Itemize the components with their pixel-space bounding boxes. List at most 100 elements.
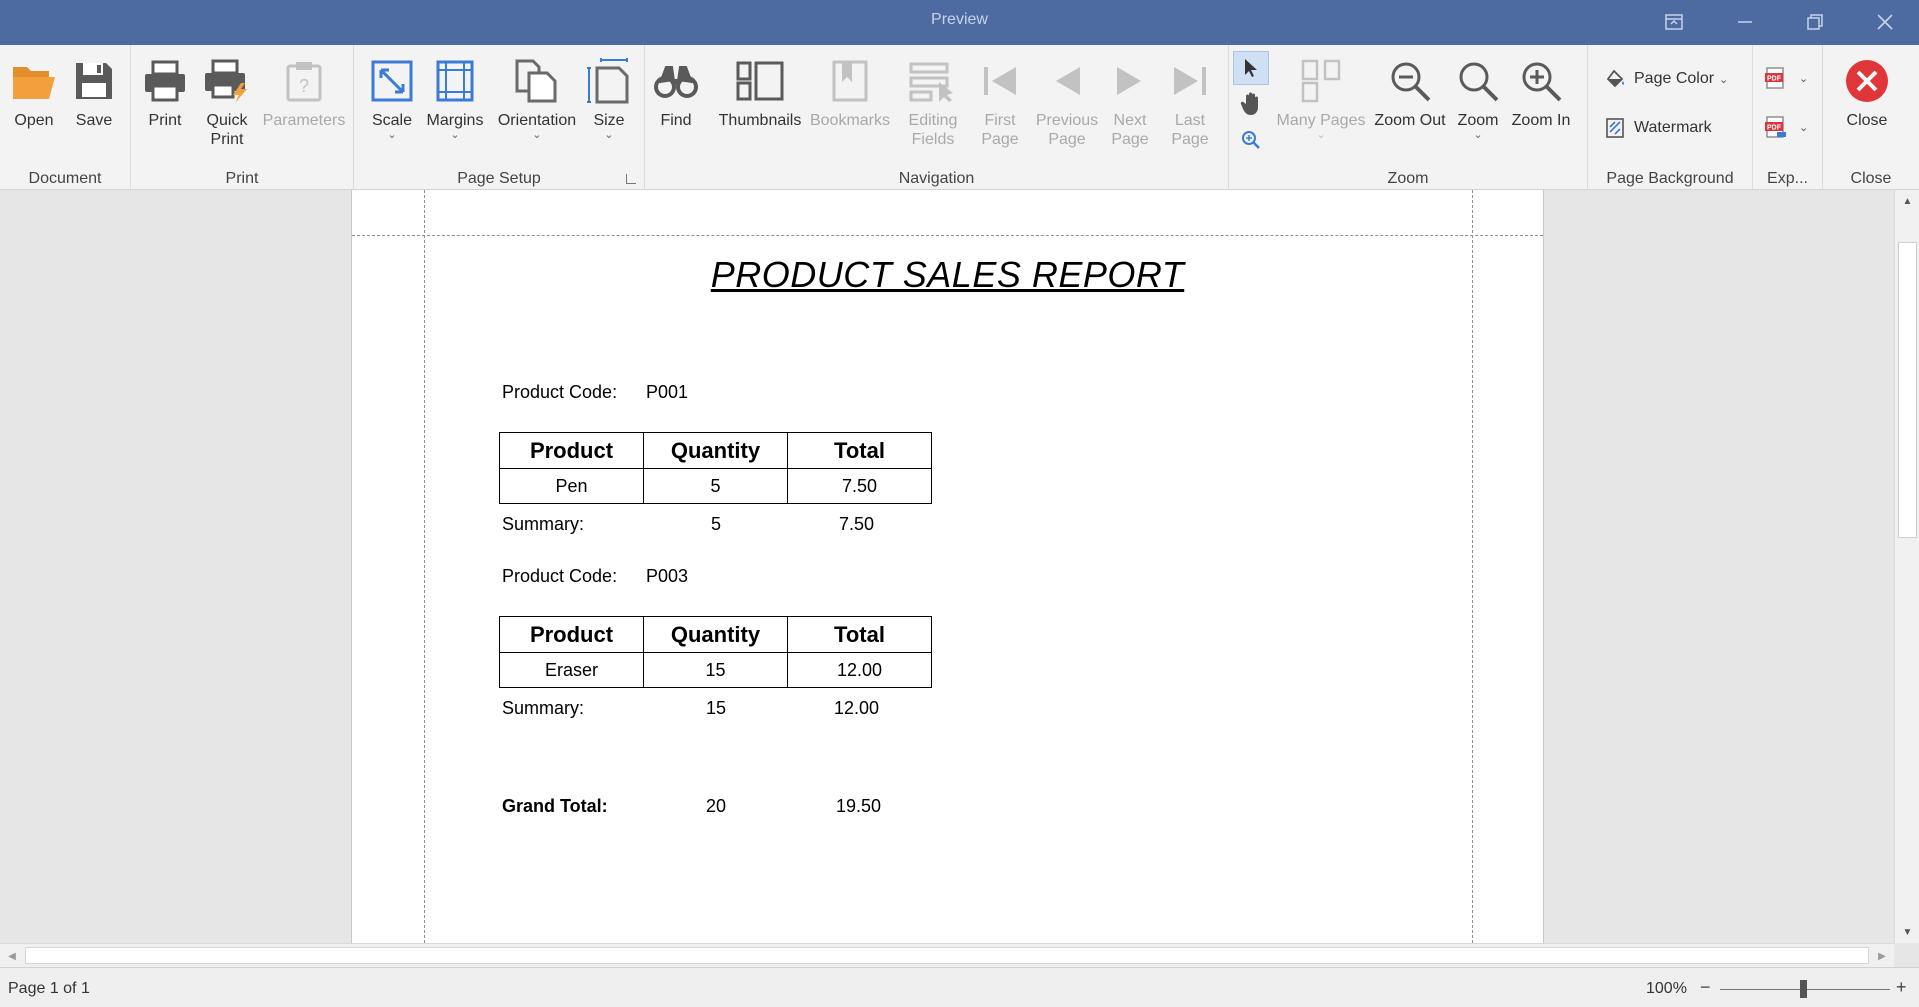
thumbnails-icon (736, 57, 784, 105)
export-pdf-button[interactable]: PDF ⌄ (1765, 67, 1808, 89)
editing-fields-icon (909, 57, 957, 105)
find-button[interactable]: Find (653, 57, 699, 130)
zoom-in-button[interactable]: Zoom In (1505, 57, 1577, 130)
scroll-left-icon[interactable]: ◀ (0, 944, 24, 968)
bookmarks-button[interactable]: Bookmarks (807, 57, 893, 130)
group-label-page-setup: Page Setup (457, 170, 541, 187)
ribbon: Open Save Document Print Quick Print ? P… (0, 45, 1919, 190)
cell-product: Eraser (499, 652, 644, 688)
product-code-value: P001 (646, 382, 689, 402)
zoom-button[interactable]: Zoom ⌄ (1455, 57, 1501, 141)
printer-icon (141, 57, 189, 105)
scroll-down-icon[interactable]: ▼ (1895, 921, 1919, 943)
product-code-value: P003 (646, 566, 689, 586)
page-info: Page 1 of 1 (8, 980, 90, 997)
zoom-percent[interactable]: 100% (1646, 980, 1687, 998)
pdf-file-icon: PDF (1765, 67, 1784, 89)
status-bar: Page 1 of 1 100% − + (0, 967, 1919, 1007)
horizontal-scrollbar[interactable]: ◀ ▶ (0, 943, 1894, 967)
next-page-icon (1106, 57, 1154, 105)
scroll-up-icon[interactable]: ▲ (1895, 190, 1919, 212)
parameters-icon: ? (280, 57, 328, 105)
grand-total-quantity: 20 (706, 796, 727, 816)
cursor-arrow-icon (1245, 59, 1257, 77)
close-window-icon[interactable] (1865, 8, 1905, 36)
orientation-button[interactable]: Orientation ⌄ (490, 57, 584, 141)
vertical-scrollbar[interactable]: ▲ ▼ (1894, 190, 1919, 943)
column-header-quantity: Quantity (643, 432, 788, 469)
print-button[interactable]: Print (137, 57, 193, 130)
next-page-button[interactable]: Next Page (1105, 57, 1155, 149)
paint-bucket-icon (1606, 69, 1624, 88)
size-button[interactable]: Size ⌄ (582, 57, 636, 141)
column-header-product: Product (499, 432, 644, 469)
page-setup-dialog-launcher-icon[interactable] (626, 174, 636, 184)
chevron-down-icon: ⌄ (1316, 129, 1326, 141)
last-page-button[interactable]: Last Page (1163, 57, 1217, 149)
product-table: Product Quantity Total Pen 5 7.50 (499, 432, 932, 504)
group-label-navigation: Navigation (898, 170, 975, 187)
group-close: Close Close (1823, 45, 1919, 190)
hand-icon (1240, 92, 1258, 115)
grand-total-value: 19.50 (836, 796, 882, 816)
page-color-button[interactable]: Page Color ⌄ (1606, 69, 1728, 89)
document-viewport[interactable]: PRODUCT SALES REPORT Product Code: P001 … (0, 190, 1900, 943)
group-label-export: Exp... (1767, 170, 1808, 187)
magnifier-tool-button[interactable] (1233, 123, 1269, 157)
editing-fields-button[interactable]: Editing Fields (895, 57, 971, 149)
send-pdf-icon: PDF (1765, 116, 1786, 138)
group-print: Print Quick Print ? Parameters Print (131, 45, 354, 190)
chevron-down-icon: ⌄ (450, 129, 460, 141)
minimize-icon[interactable] (1725, 8, 1765, 36)
quick-print-button[interactable]: Quick Print (197, 57, 257, 149)
report-title: PRODUCT SALES REPORT (710, 254, 1185, 295)
bookmark-icon (826, 57, 874, 105)
send-pdf-button[interactable]: PDF ⌄ (1765, 116, 1808, 138)
restore-icon[interactable] (1795, 8, 1835, 36)
group-label-page-background: Page Background (1606, 170, 1734, 187)
open-button[interactable]: Open (6, 57, 62, 130)
parameters-button[interactable]: ? Parameters (259, 57, 349, 130)
left-margin-line (424, 190, 425, 943)
watermark-button[interactable]: Watermark (1606, 118, 1712, 138)
chevron-down-icon: ⌄ (1799, 72, 1809, 85)
vertical-scroll-thumb[interactable] (1898, 242, 1917, 538)
cell-quantity: 5 (643, 468, 788, 504)
watermark-icon (1606, 118, 1624, 138)
report-page: PRODUCT SALES REPORT Product Code: P001 … (351, 190, 1544, 943)
title-bar: Preview (0, 0, 1919, 45)
first-page-button[interactable]: First Page (973, 57, 1027, 149)
hand-tool-button[interactable] (1233, 87, 1269, 121)
zoom-slider-thumb[interactable] (1800, 980, 1807, 998)
chevron-down-icon: ⌄ (604, 129, 614, 141)
zoom-out-button[interactable]: Zoom Out (1367, 57, 1453, 130)
zoom-minus-button[interactable]: − (1700, 977, 1711, 998)
horizontal-scroll-thumb[interactable] (25, 947, 1869, 964)
group-navigation: Find Thumbnails Bookmarks Editing Fields (645, 45, 1229, 190)
pointer-tool-button[interactable] (1233, 51, 1269, 85)
scroll-right-icon[interactable]: ▶ (1870, 944, 1894, 968)
save-button[interactable]: Save (66, 57, 122, 130)
column-header-quantity: Quantity (643, 616, 788, 653)
summary-label: Summary: (502, 514, 585, 534)
group-label-close: Close (1850, 170, 1892, 187)
scale-button[interactable]: Scale ⌄ (362, 57, 422, 141)
svg-text:PDF: PDF (1767, 125, 1782, 132)
group-export: PDF ⌄ PDF ⌄ Exp... (1753, 45, 1823, 190)
previous-page-button[interactable]: Previous Page (1027, 57, 1107, 149)
close-preview-button[interactable]: Close (1837, 57, 1897, 130)
magnifier-icon (1242, 131, 1260, 149)
many-pages-button[interactable]: Many Pages ⌄ (1271, 57, 1371, 141)
summary-total: 12.00 (834, 698, 880, 718)
table-row: Pen 5 7.50 (499, 468, 932, 504)
right-margin-line (1472, 190, 1473, 943)
margins-button[interactable]: Margins ⌄ (420, 57, 490, 141)
svg-text:PDF: PDF (1767, 76, 1782, 83)
zoom-plus-button[interactable]: + (1896, 977, 1907, 998)
column-header-total: Total (787, 432, 932, 469)
thumbnails-button[interactable]: Thumbnails (715, 57, 805, 130)
group-label-zoom: Zoom (1387, 170, 1429, 187)
ribbon-display-options-icon[interactable] (1654, 8, 1694, 36)
save-icon (70, 57, 118, 105)
scale-icon (368, 57, 416, 105)
